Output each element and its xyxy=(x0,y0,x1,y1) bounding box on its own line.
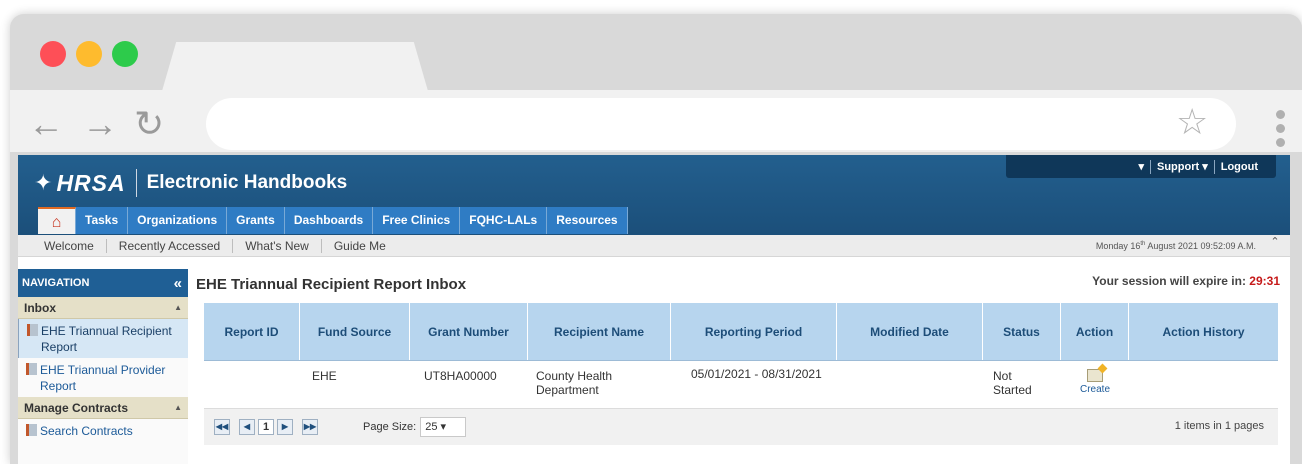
session-timer: Your session will expire in: 29:31 xyxy=(1092,274,1280,288)
menu-item-fqhc-lals[interactable]: FQHC-LALs xyxy=(460,207,548,234)
app-header: ✦ HRSA Electronic Handbooks ▾ Support ▾ … xyxy=(18,155,1290,235)
sidebar: NAVIGATION « Inbox ▲ EHE Triannual Recip… xyxy=(18,269,188,464)
ehb-page: ✦ HRSA Electronic Handbooks ▾ Support ▾ … xyxy=(18,155,1290,464)
support-menu[interactable]: Support ▾ xyxy=(1151,160,1214,173)
sidebar-section-manage-contracts[interactable]: Manage Contracts ▲ xyxy=(18,397,188,419)
main-content: EHE Triannual Recipient Report Inbox You… xyxy=(194,269,1290,464)
date-rest: August 2021 09:52:09 A.M. xyxy=(1145,241,1256,251)
menu-item-resources[interactable]: Resources xyxy=(547,207,628,234)
hrsa-logo[interactable]: ✦ HRSA Electronic Handbooks xyxy=(34,163,347,203)
document-icon xyxy=(26,363,37,375)
last-page-icon[interactable]: ▶▶ xyxy=(302,419,318,435)
bookmark-star-icon[interactable]: ☆ xyxy=(1176,104,1208,140)
cell-fund-source: EHE xyxy=(312,369,337,383)
sidebar-item-recipient-report[interactable]: EHE Triannual Recipient Report xyxy=(18,319,188,358)
create-action[interactable]: Create xyxy=(1061,361,1129,408)
first-page-icon[interactable]: ◀◀ xyxy=(214,419,230,435)
cell-recipient-name: County Health Department xyxy=(536,369,613,397)
column-header-fund-source[interactable]: Fund Source xyxy=(300,303,410,360)
browser-menu-icon[interactable] xyxy=(1276,110,1288,152)
close-window-button[interactable] xyxy=(40,41,66,67)
column-header-reporting-period[interactable]: Reporting Period xyxy=(671,303,837,360)
eagle-icon: ✦ xyxy=(34,170,53,195)
cell-report-id xyxy=(204,361,300,408)
column-header-report-id[interactable]: Report ID xyxy=(204,303,300,360)
menu-item-tasks[interactable]: Tasks xyxy=(76,207,129,234)
report-grid: Report ID Fund Source Grant Number Recip… xyxy=(204,303,1278,445)
address-bar[interactable] xyxy=(206,98,1236,150)
menu-item-free-clinics[interactable]: Free Clinics xyxy=(373,207,461,234)
page-title: EHE Triannual Recipient Report Inbox xyxy=(196,276,467,293)
sidebar-item-search-contracts[interactable]: Search Contracts xyxy=(18,419,188,442)
page-number-button[interactable]: 1 xyxy=(258,419,274,435)
subnav-whats-new[interactable]: What's New xyxy=(233,238,322,253)
collapse-section-icon[interactable]: ▲ xyxy=(174,403,182,412)
logo-divider xyxy=(135,169,137,197)
support-label: Support xyxy=(1156,161,1200,173)
create-envelope-icon[interactable] xyxy=(1087,369,1103,382)
user-dropdown-icon[interactable]: ▾ xyxy=(1132,160,1150,173)
cell-action-history xyxy=(1129,361,1278,408)
sidebar-item-provider-report[interactable]: EHE Triannual Provider Report xyxy=(18,358,188,397)
minimize-window-button[interactable] xyxy=(76,41,102,67)
column-header-action: Action xyxy=(1061,303,1129,360)
menu-item-dashboards[interactable]: Dashboards xyxy=(284,207,374,234)
page-size-select[interactable]: 25 ▾ xyxy=(420,417,467,437)
logo-text: HRSA xyxy=(56,169,126,196)
column-header-recipient-name[interactable]: Recipient Name xyxy=(528,303,671,360)
sidebar-header: NAVIGATION « xyxy=(18,269,188,297)
sidebar-item-label: EHE Triannual Recipient Report xyxy=(41,324,172,354)
home-icon[interactable]: ⌂ xyxy=(38,207,76,234)
column-header-status[interactable]: Status xyxy=(983,303,1061,360)
cell-modified-date xyxy=(837,361,983,408)
logout-link[interactable]: Logout xyxy=(1215,161,1264,173)
maximize-window-button[interactable] xyxy=(112,41,138,67)
table-row: EHE UT8HA00000 County Health Department … xyxy=(204,361,1278,409)
forward-arrow-icon[interactable]: → xyxy=(82,106,118,142)
session-label: Your session will expire in: xyxy=(1092,274,1246,288)
subnav-welcome[interactable]: Welcome xyxy=(18,238,107,253)
menu-item-grants[interactable]: Grants xyxy=(227,207,285,234)
grid-header: Report ID Fund Source Grant Number Recip… xyxy=(204,303,1278,361)
grid-pager: ◀◀ ◀ 1 ▶ ▶▶ Page Size: 25 ▾ 1 items in 1… xyxy=(204,409,1278,445)
column-header-grant-number[interactable]: Grant Number xyxy=(410,303,528,360)
menu-item-organizations[interactable]: Organizations xyxy=(128,207,228,234)
collapse-section-icon[interactable]: ▲ xyxy=(174,303,182,312)
collapse-header-icon[interactable]: ⌃ xyxy=(1266,235,1284,251)
pager-info: 1 items in 1 pages xyxy=(1174,420,1264,432)
sidebar-title: NAVIGATION xyxy=(22,277,90,289)
sidebar-item-label: Search Contracts xyxy=(40,424,133,438)
section-label: Inbox xyxy=(24,300,56,315)
session-time: 29:31 xyxy=(1249,274,1280,288)
previous-page-icon[interactable]: ◀ xyxy=(239,419,255,435)
app-title: Electronic Handbooks xyxy=(146,172,348,193)
page-size-value: 25 xyxy=(425,421,438,433)
current-date: Monday 16th August 2021 09:52:09 A.M. xyxy=(1096,241,1256,251)
cell-reporting-period: 05/01/2021 - 08/31/2021 xyxy=(691,367,822,381)
reload-icon[interactable]: ↻ xyxy=(134,106,164,142)
sidebar-item-label: EHE Triannual Provider Report xyxy=(40,363,166,393)
column-header-modified-date[interactable]: Modified Date xyxy=(837,303,983,360)
sidebar-section-inbox[interactable]: Inbox ▲ xyxy=(18,297,188,319)
main-menu: ⌂ Tasks Organizations Grants Dashboards … xyxy=(38,207,628,234)
create-link[interactable]: Create xyxy=(1080,384,1110,395)
date-day: Monday 16 xyxy=(1095,241,1141,251)
user-toolbar: ▾ Support ▾ Logout xyxy=(1006,155,1276,178)
back-arrow-icon[interactable]: ← xyxy=(28,106,64,142)
collapse-sidebar-icon[interactable]: « xyxy=(174,275,182,292)
document-icon xyxy=(26,424,37,436)
section-label: Manage Contracts xyxy=(24,400,129,415)
subnav-recently-accessed[interactable]: Recently Accessed xyxy=(107,238,234,253)
cell-grant-number: UT8HA00000 xyxy=(424,369,497,383)
subnav-guide-me[interactable]: Guide Me xyxy=(322,239,398,253)
column-header-action-history: Action History xyxy=(1162,325,1245,339)
cell-status: Not Started xyxy=(993,369,1032,397)
next-page-icon[interactable]: ▶ xyxy=(277,419,293,435)
document-icon xyxy=(27,324,38,336)
page-size-label: Page Size: xyxy=(363,421,417,433)
